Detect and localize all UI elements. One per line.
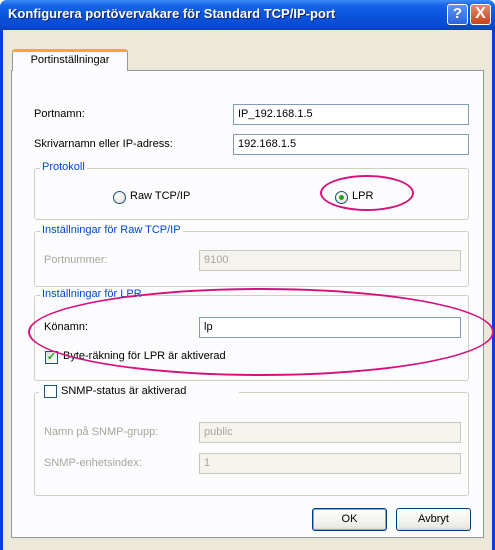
byte-count-checkbox[interactable]: ✓ [45, 351, 58, 364]
protocol-group-title: Protokoll [40, 161, 87, 173]
tab-panel: Portnamn: IP_192.168.1.5 Skrivarnamn ell… [11, 70, 484, 538]
snmp-header: SNMP-status är aktiverad [39, 384, 239, 400]
portname-label: Portnamn: [34, 108, 85, 120]
lpr-radio[interactable] [335, 191, 348, 204]
dialog-client-area: Portinställningar Portnamn: IP_192.168.1… [3, 30, 492, 550]
cancel-button[interactable]: Avbryt [396, 508, 471, 531]
raw-settings-title: Inställningar för Raw TCP/IP [40, 224, 183, 236]
snmp-label[interactable]: SNMP-status är aktiverad [61, 385, 186, 397]
radio-selected-dot [339, 195, 344, 200]
byte-count-label[interactable]: Byte-räkning för LPR är aktiverad [63, 350, 226, 362]
lpr-settings-group [34, 295, 469, 381]
raw-tcpip-label[interactable]: Raw TCP/IP [130, 190, 190, 202]
snmp-community-label: Namn på SNMP-grupp: [44, 426, 159, 438]
lpr-settings-title: Inställningar för LPR [40, 288, 144, 300]
ok-button[interactable]: OK [312, 508, 387, 531]
snmp-community-input[interactable]: public [199, 422, 461, 443]
snmp-checkbox[interactable] [44, 385, 57, 398]
title-bar[interactable]: Konfigurera portövervakare för Standard … [0, 0, 495, 30]
raw-tcpip-radio[interactable] [113, 191, 126, 204]
printer-address-input[interactable]: 192.168.1.5 [233, 134, 469, 155]
protocol-group [34, 168, 469, 220]
snmp-index-input[interactable]: 1 [199, 453, 461, 474]
tab-port-settings[interactable]: Portinställningar [12, 49, 128, 71]
queue-name-label: Könamn: [44, 321, 89, 333]
snmp-group [34, 392, 469, 496]
portname-input[interactable]: IP_192.168.1.5 [233, 104, 469, 125]
queue-name-input[interactable]: lp [199, 317, 461, 338]
close-icon[interactable]: X [470, 4, 491, 25]
lpr-label[interactable]: LPR [352, 190, 373, 202]
printer-address-label: Skrivarnamn eller IP-adress: [34, 138, 173, 150]
port-number-input[interactable]: 9100 [199, 250, 461, 271]
window-title: Konfigurera portövervakare för Standard … [8, 6, 336, 21]
dialog-window: Konfigurera portövervakare för Standard … [0, 0, 495, 550]
port-number-label: Portnummer: [44, 254, 108, 266]
help-icon[interactable]: ? [447, 4, 468, 25]
snmp-index-label: SNMP-enhetsindex: [44, 457, 142, 469]
